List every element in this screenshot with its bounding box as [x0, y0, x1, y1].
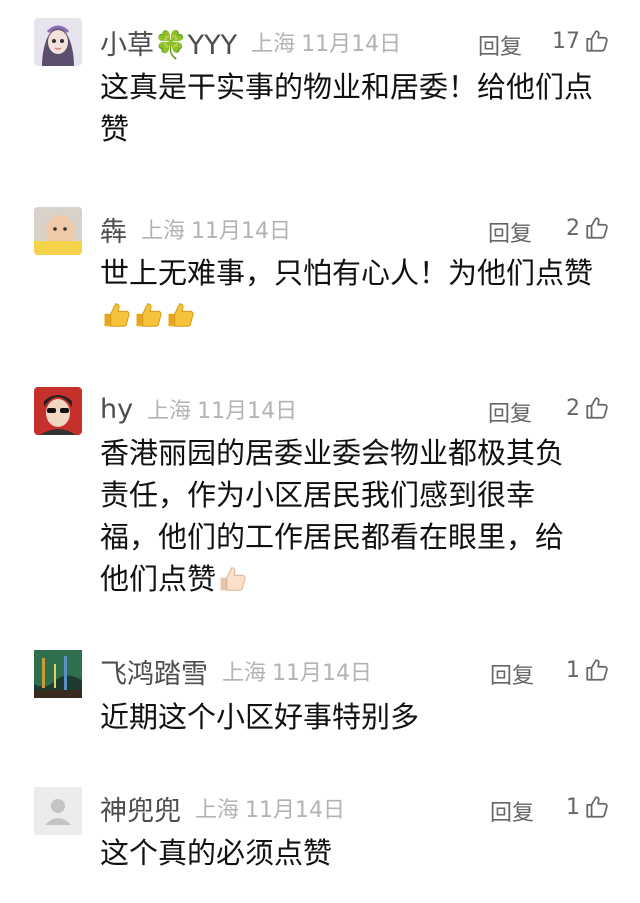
- thumbs-up-emoji-icon: [136, 303, 162, 327]
- sunglasses-avatar-icon: [34, 387, 82, 435]
- thumbs-up-icon: [586, 659, 608, 681]
- comment-text-body: 香港丽园的居委业委会物业都极其负责任，作为小区居民我们感到很幸福，他们的工作居民…: [100, 436, 565, 596]
- thumbs-up-emoji-icon: [104, 303, 130, 327]
- comment-item: 犇 上海 11月14日 回复 2 世上无难事，只怕有心人！为他们点赞: [0, 190, 640, 340]
- avatar[interactable]: [34, 650, 82, 698]
- reply-button[interactable]: 回复: [490, 795, 534, 827]
- comment-text-body: 世上无难事，只怕有心人！为他们点赞: [100, 256, 594, 290]
- comment-item: hy 上海 11月14日 回复 2 香港丽园的居委业委会物业都极其负责任，作为小…: [0, 370, 640, 600]
- like-count: 1: [566, 657, 580, 683]
- username[interactable]: 飞鸿踏雪: [100, 652, 208, 691]
- like-button[interactable]: 1: [566, 794, 610, 820]
- username[interactable]: 小草🍀YYY: [100, 23, 237, 62]
- comment-text: 这个真的必须点赞: [100, 836, 333, 870]
- location: 上海: [147, 399, 192, 424]
- comment-item: 神兜兜 上海 11月14日 回复 1 这个真的必须点赞: [0, 770, 640, 903]
- thumbs-up-icon: [586, 217, 608, 239]
- reply-button[interactable]: 回复: [488, 396, 532, 428]
- date: 11月14日: [191, 219, 292, 244]
- thumbs-up-icon: [586, 796, 608, 818]
- date: 11月14日: [245, 798, 346, 823]
- username[interactable]: 犇: [100, 210, 127, 249]
- avatar[interactable]: [34, 18, 82, 66]
- date: 11月14日: [197, 399, 298, 424]
- username[interactable]: 神兜兜: [100, 789, 181, 828]
- like-button[interactable]: 2: [566, 215, 610, 241]
- comment-text: 香港丽园的居委业委会物业都极其负责任，作为小区居民我们感到很幸福，他们的工作居民…: [100, 432, 590, 600]
- thumbs-up-emoji-group: [100, 298, 196, 332]
- like-count: 2: [566, 395, 580, 421]
- reply-button[interactable]: 回复: [488, 216, 532, 248]
- location: 上海: [222, 661, 267, 686]
- avatar[interactable]: [34, 787, 82, 835]
- thumbs-up-icon: [586, 397, 608, 419]
- location: 上海: [141, 219, 186, 244]
- thumbs-up-icon: [586, 30, 608, 52]
- like-button[interactable]: 2: [566, 395, 610, 421]
- username[interactable]: hy: [100, 394, 133, 425]
- comment-item: 飞鸿踏雪 上海 11月14日 回复 1 近期这个小区好事特别多: [0, 632, 640, 782]
- comment-item: 小草🍀YYY 上海 11月14日 回复 17 这真是干实事的物业和居委！给他们点…: [0, 0, 640, 150]
- location: 上海: [251, 32, 296, 57]
- baby-avatar-icon: [34, 207, 82, 255]
- avatar[interactable]: [34, 387, 82, 435]
- default-user-avatar-icon: [34, 787, 82, 835]
- like-button[interactable]: 1: [566, 657, 610, 683]
- girl-avatar-icon: [34, 18, 82, 66]
- date: 11月14日: [301, 32, 402, 57]
- like-count: 1: [566, 794, 580, 820]
- comment-text: 世上无难事，只怕有心人！为他们点赞: [100, 252, 595, 336]
- location: 上海: [195, 798, 240, 823]
- avatar[interactable]: [34, 207, 82, 255]
- reply-button[interactable]: 回复: [478, 29, 522, 61]
- like-button[interactable]: 17: [552, 28, 610, 54]
- painting-avatar-icon: [34, 650, 82, 698]
- comment-text: 近期这个小区好事特别多: [100, 700, 420, 734]
- thumbs-up-light-emoji-icon: [220, 567, 246, 591]
- reply-button[interactable]: 回复: [490, 658, 534, 690]
- like-count: 2: [566, 215, 580, 241]
- comment-text: 这真是干实事的物业和居委！给他们点赞: [100, 70, 594, 146]
- thumbs-up-emoji-icon: [168, 303, 194, 327]
- date: 11月14日: [272, 661, 373, 686]
- like-count: 17: [552, 28, 580, 54]
